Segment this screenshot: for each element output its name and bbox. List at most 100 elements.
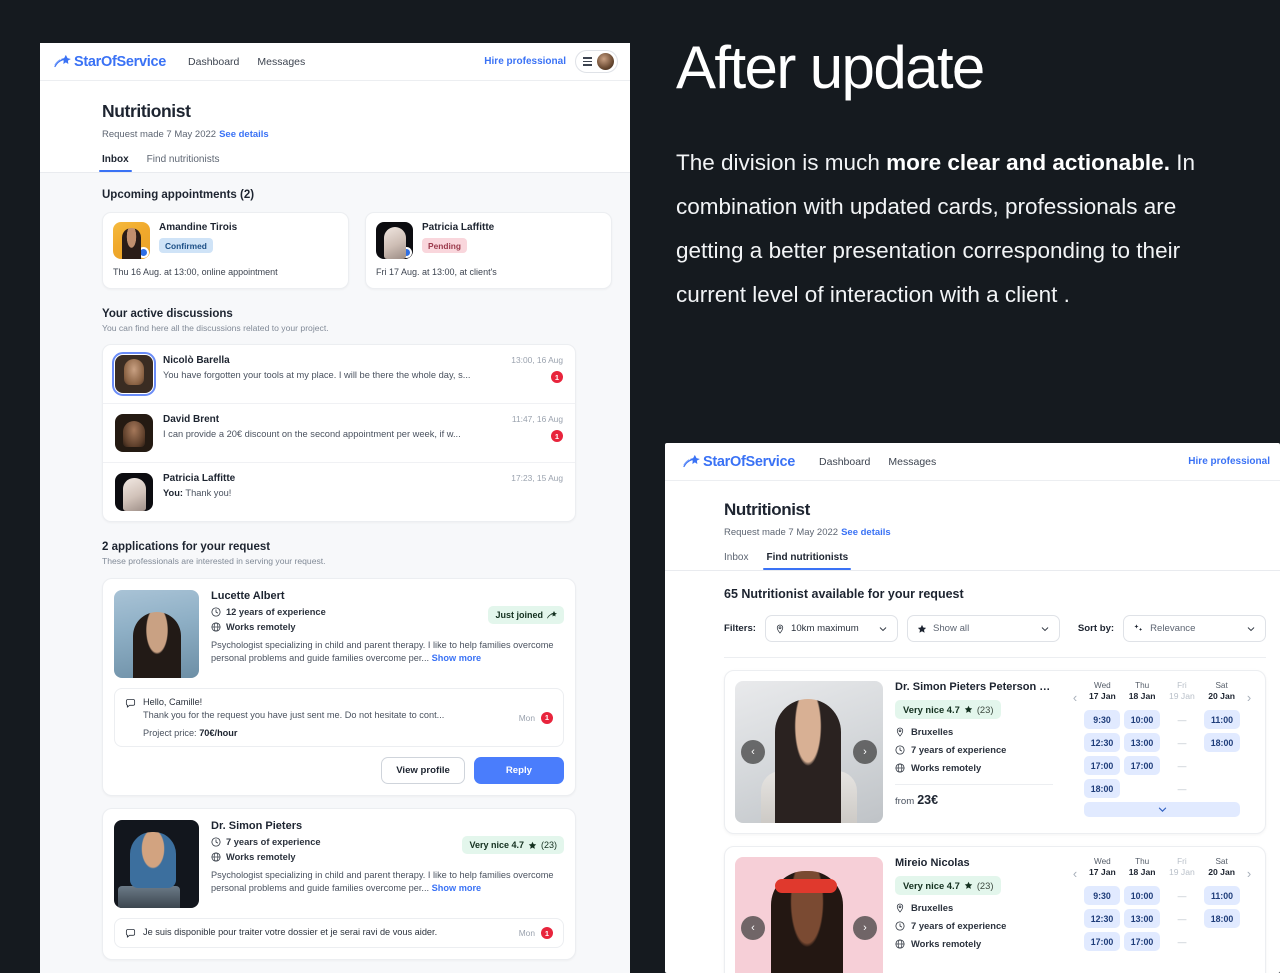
reply-button[interactable]: Reply	[473, 757, 564, 784]
chevron-down-icon	[1247, 626, 1255, 631]
photo-next-button[interactable]: ›	[853, 916, 877, 940]
request-date: Request made 7 May 2022	[724, 527, 839, 538]
time-slot[interactable]: 9:30	[1084, 710, 1120, 729]
remote-row: Works remotely	[895, 762, 1053, 773]
chat-bubble-icon	[125, 929, 136, 938]
time-slot[interactable]: 11:00	[1204, 710, 1240, 729]
show-more-link[interactable]: Show more	[432, 883, 482, 893]
day-date: 20 Jan	[1208, 691, 1235, 701]
expand-slots-button[interactable]	[1084, 802, 1240, 817]
application-card: Lucette Albert 12 years of experience Wo…	[102, 578, 576, 796]
experience-row: 7 years of experience	[895, 744, 1053, 755]
day-header[interactable]: Sat 20 Jan	[1203, 857, 1240, 877]
time-slot[interactable]: 12:30	[1084, 909, 1120, 928]
day-header[interactable]: Sat 20 Jan	[1203, 681, 1240, 701]
week-next-button[interactable]: ›	[1243, 681, 1255, 823]
view-profile-button[interactable]: View profile	[381, 757, 465, 784]
globe-icon	[211, 852, 221, 862]
time-slot[interactable]: 10:00	[1124, 710, 1160, 729]
appointment-card[interactable]: Patricia Laffitte Pending Fri 17 Aug. at…	[365, 212, 612, 289]
day-header[interactable]: Thu 18 Jan	[1124, 857, 1161, 877]
distance-filter-select[interactable]: 10km maximum	[765, 615, 898, 642]
list-item[interactable]: Nicolò Barella You have forgotten your t…	[103, 345, 575, 403]
time-slot-blank	[1204, 779, 1240, 798]
time-slot[interactable]: 18:00	[1204, 909, 1240, 928]
status-badge: Just joined	[488, 606, 564, 624]
quote-box[interactable]: Hello, Camille! Thank you for the reques…	[114, 688, 564, 747]
list-item[interactable]: David Brent I can provide a 20€ discount…	[103, 403, 575, 462]
nav-dashboard[interactable]: Dashboard	[819, 456, 870, 468]
discussion-name: Patricia Laffitte	[163, 473, 236, 484]
day-header[interactable]: Thu 18 Jan	[1124, 681, 1161, 701]
tab-find-nutritionists[interactable]: Find nutritionists	[763, 552, 851, 570]
time-slot[interactable]: 17:00	[1084, 932, 1120, 951]
see-details-link[interactable]: See details	[219, 129, 269, 140]
para-part-1: The division is much	[676, 150, 887, 175]
time-slot[interactable]: 9:30	[1084, 886, 1120, 905]
professional-name: Mireio Nicolas	[895, 857, 970, 869]
map-pin-icon	[776, 624, 784, 634]
quote-message: Thank you for the request you have just …	[143, 710, 445, 720]
sort-select[interactable]: Relevance	[1123, 615, 1267, 642]
clock-icon	[211, 607, 221, 617]
sparkle-icon	[1134, 624, 1143, 631]
nav-dashboard[interactable]: Dashboard	[188, 56, 239, 68]
day-header[interactable]: Wed 17 Jan	[1084, 681, 1121, 701]
badge-label: Just joined	[495, 610, 543, 620]
professional-name: Lucette Albert	[211, 590, 285, 602]
rating-count: (23)	[976, 880, 994, 891]
time-slot[interactable]: 18:00	[1204, 733, 1240, 752]
time-slot[interactable]: 17:00	[1124, 932, 1160, 951]
status-badge: Pending	[422, 238, 468, 253]
hire-professional-link[interactable]: Hire professional	[1188, 456, 1270, 467]
photo-next-button[interactable]: ›	[853, 740, 877, 764]
time-slot[interactable]: 18:00	[1084, 779, 1120, 798]
rating-filter-select[interactable]: Show all	[906, 615, 1060, 642]
experience-text: 7 years of experience	[911, 920, 1007, 931]
week-prev-button[interactable]: ‹	[1069, 681, 1081, 823]
photo-prev-button[interactable]: ‹	[741, 916, 765, 940]
hire-professional-link[interactable]: Hire professional	[484, 56, 566, 67]
time-slot[interactable]: 17:00	[1124, 756, 1160, 775]
logo[interactable]: StarOfService	[54, 54, 166, 70]
time-slot[interactable]: 13:00	[1124, 909, 1160, 928]
price-prefix: from	[895, 796, 915, 807]
professional-name: Dr. Simon Pieters	[211, 820, 303, 832]
rating-badge: Very nice 4.7 (23)	[895, 700, 1002, 719]
photo-prev-button[interactable]: ‹	[741, 740, 765, 764]
tab-inbox[interactable]: Inbox	[99, 154, 132, 172]
week-next-button[interactable]: ›	[1243, 857, 1255, 973]
day-name: Thu	[1135, 681, 1150, 690]
nav-messages[interactable]: Messages	[888, 456, 936, 468]
day-header: Fri 19 Jan	[1164, 681, 1201, 701]
time-slot[interactable]: 17:00	[1084, 756, 1120, 775]
see-details-link[interactable]: See details	[841, 527, 891, 538]
find-tabs: Inbox Find nutritionists	[724, 552, 1280, 570]
discussions-subheading: You can find here all the discussions re…	[102, 323, 329, 333]
experience-row: 12 years of experience	[211, 607, 488, 617]
discussions-section: Your active discussions You can find her…	[102, 308, 612, 522]
time-slot[interactable]: 13:00	[1124, 733, 1160, 752]
remote-text: Works remotely	[226, 852, 296, 862]
discussion-name: Nicolò Barella	[163, 355, 230, 366]
time-slot[interactable]: 10:00	[1124, 886, 1160, 905]
account-menu-button[interactable]	[575, 50, 618, 73]
logo-text: StarOfService	[703, 453, 796, 470]
day-header[interactable]: Wed 17 Jan	[1084, 857, 1121, 877]
time-slot[interactable]: 12:30	[1084, 733, 1120, 752]
week-prev-button[interactable]: ‹	[1069, 857, 1081, 973]
star-icon	[528, 841, 537, 849]
quote-box[interactable]: Je suis disponible pour traiter votre do…	[114, 918, 564, 948]
preview-text: Thank you!	[185, 488, 232, 498]
day-date: 17 Jan	[1088, 691, 1116, 701]
star-icon	[917, 624, 927, 633]
appointment-card[interactable]: Amandine Tirois Confirmed Thu 16 Aug. at…	[102, 212, 349, 289]
show-more-link[interactable]: Show more	[432, 653, 482, 663]
nav-messages[interactable]: Messages	[257, 56, 305, 68]
tab-find-nutritionists[interactable]: Find nutritionists	[147, 154, 220, 172]
time-slot[interactable]: 11:00	[1204, 886, 1240, 905]
list-item[interactable]: Patricia Laffitte You: Thank you! 17:23,…	[103, 462, 575, 521]
logo[interactable]: StarOfService	[683, 454, 795, 470]
map-pin-icon	[896, 903, 904, 913]
tab-inbox[interactable]: Inbox	[724, 552, 748, 570]
